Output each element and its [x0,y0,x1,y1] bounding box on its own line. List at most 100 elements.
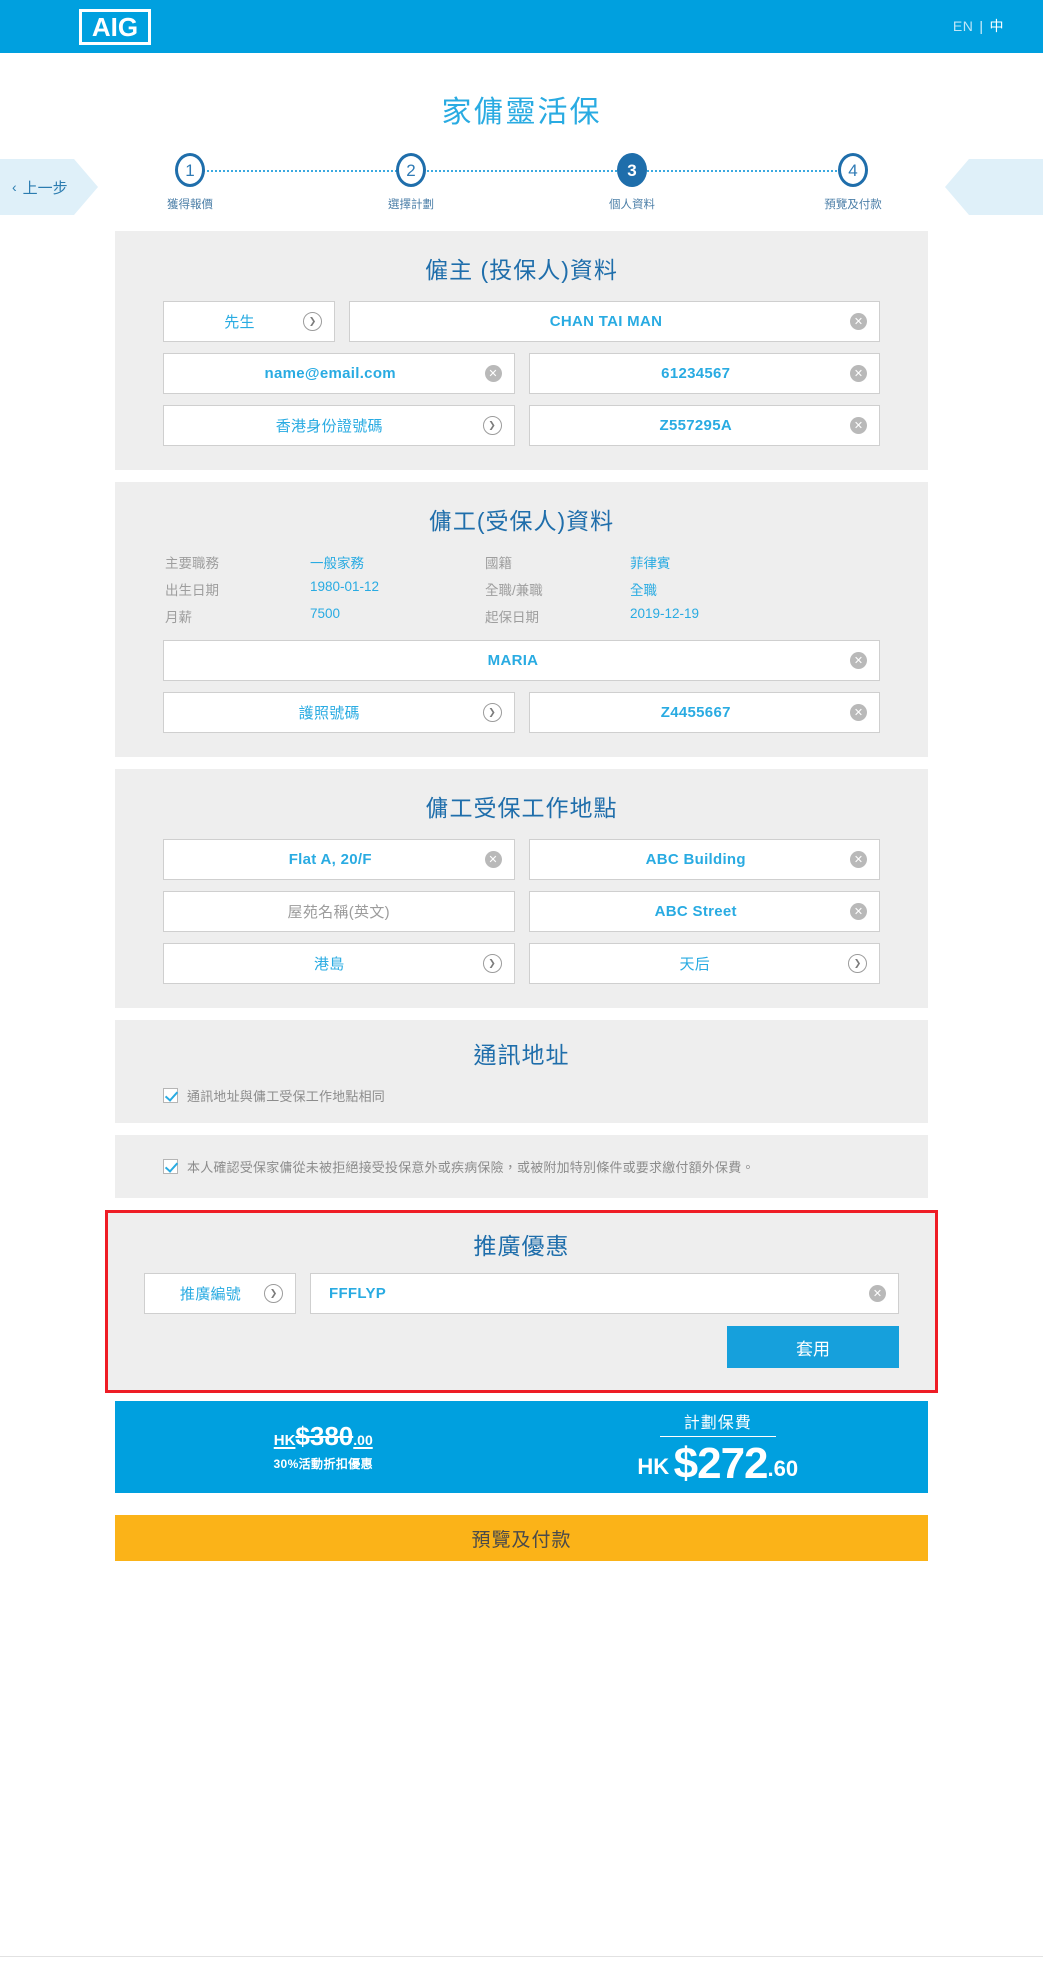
clear-icon[interactable]: ✕ [850,313,867,330]
promo-code-value: FFFLYP [329,1285,387,1302]
premium-currency: HK [637,1453,670,1479]
step-number-3: 3 [617,153,647,187]
clear-icon[interactable]: ✕ [850,365,867,382]
employer-row-3: 香港身份證號碼 ❯ Z557295A ✕ [163,405,880,446]
premium-original-price: HK$380.00 [125,1423,522,1449]
step-label-3: 個人資料 [609,199,655,211]
workplace-building-value: ABC Building [645,851,746,868]
employee-doc-type-value: 護照號碼 [298,705,360,722]
step-number-4: 4 [838,153,868,187]
promotion-row: 推廣編號 ❯ FFFLYP ✕ [144,1273,899,1314]
chevron-left-icon: ‹ [12,179,17,195]
consent-section: 本人確認受保家傭從未被拒絕接受投保意外或疾病保險，或被附加特別條件或要求繳付額外… [115,1135,928,1198]
stepper-item-4[interactable]: 4 預覽及付款 [793,153,913,212]
workplace-street-value: ABC Street [654,903,737,920]
premium-original-currency: HK [273,1431,296,1449]
workplace-region-select[interactable]: 港島 ❯ [163,943,515,984]
mailing-same-as-work-row[interactable]: 通訊地址與傭工受保工作地點相同 [163,1086,880,1105]
checkbox-checked-icon[interactable] [163,1088,178,1103]
salutation-value: 先生 [224,314,255,331]
clear-icon[interactable]: ✕ [850,652,867,669]
employee-doc-number-input[interactable]: Z4455667 ✕ [528,692,880,733]
clear-icon[interactable]: ✕ [869,1285,886,1302]
employee-info-value: 7500 [310,606,341,621]
workplace-district-value: 天后 [679,956,711,973]
clear-icon[interactable]: ✕ [484,851,502,868]
clear-icon[interactable]: ✕ [850,417,867,434]
employer-section: 僱主 (投保人)資料 先生 ❯ CHAN TAI MAN ✕ name@emai… [115,231,928,470]
stepper-item-2[interactable]: 2 選擇計劃 [351,153,471,212]
clear-icon[interactable]: ✕ [850,903,867,920]
employee-section-title: 傭工(受保人)資料 [428,508,615,534]
language-switcher: EN | 中 [953,16,1004,36]
premium-discount-note: 30%活動折扣優惠 [273,1456,374,1471]
step-label-1: 獲得報價 [167,199,213,211]
premium-amount: $272 [673,1438,769,1488]
stepper-connector-line [186,170,857,172]
employee-name-input[interactable]: MARIA ✕ [163,640,880,681]
back-button[interactable]: ‹ 上一步 [0,159,98,215]
step-label-4: 預覽及付款 [824,199,882,211]
employer-email-value: name@email.com [264,365,396,382]
promo-code-input[interactable]: FFFLYP ✕ [310,1273,899,1314]
lang-option-zh[interactable]: 中 [990,16,1005,36]
promo-apply-row: 套用 [144,1326,899,1368]
employer-id-type-select[interactable]: 香港身份證號碼 ❯ [163,405,515,446]
salutation-select[interactable]: 先生 ❯ [163,301,335,342]
promo-code-type-value: 推廣編號 [179,1286,242,1303]
consent-row[interactable]: 本人確認受保家傭從未被拒絕接受投保意外或疾病保險，或被附加特別條件或要求繳付額外… [163,1157,880,1176]
workplace-estate-placeholder: 屋苑名稱(英文) [287,904,390,921]
preview-and-pay-button[interactable]: 預覽及付款 [115,1515,928,1561]
employee-info-key: 月薪 [165,610,192,625]
premium-original-block: HK$380.00 30%活動折扣優惠 [115,1423,522,1472]
workplace-estate-input[interactable]: 屋苑名稱(英文) [163,891,515,932]
aig-logo: AIG [79,9,151,45]
employer-id-number-input[interactable]: Z557295A ✕ [528,405,880,446]
premium-original-amount: $380 [295,1420,354,1451]
lang-separator: | [979,18,984,34]
workplace-row-3: 港島 ❯ 天后 ❯ [163,943,880,984]
workplace-building-input[interactable]: ABC Building ✕ [528,839,880,880]
employer-name-input[interactable]: CHAN TAI MAN ✕ [349,301,880,342]
top-header-bar: AIG EN | 中 [0,0,1043,53]
clear-icon[interactable]: ✕ [850,851,867,868]
workplace-street-input[interactable]: ABC Street ✕ [528,891,880,932]
employer-email-input[interactable]: name@email.com ✕ [163,353,515,394]
workplace-section: 傭工受保工作地點 Flat A, 20/F ✕ ABC Building ✕ 屋… [115,769,928,1008]
stepper-item-1[interactable]: 1 獲得報價 [130,153,250,212]
progress-stepper: ‹ 上一步 1 獲得報價 2 選擇計劃 3 個人資料 4 預覽及付款 [0,153,1043,231]
mailing-same-as-work-label: 通訊地址與傭工受保工作地點相同 [187,1089,386,1104]
clear-icon[interactable]: ✕ [850,704,867,721]
stepper-right-arrow-decoration [945,159,1043,215]
employee-info-key: 主要職務 [165,556,219,571]
lang-option-en[interactable]: EN [953,18,973,34]
workplace-flat-input[interactable]: Flat A, 20/F ✕ [163,839,515,880]
employee-doc-type-select[interactable]: 護照號碼 ❯ [163,692,515,733]
employee-info-value: 一般家務 [310,556,364,571]
employee-doc-row: 護照號碼 ❯ Z4455667 ✕ [163,692,880,733]
chevron-down-icon: ❯ [303,312,322,331]
employee-section: 傭工(受保人)資料 主要職務 一般家務 國籍 菲律賓 出生日期 1980-01-… [115,482,928,757]
premium-original-cents: .00 [353,1431,373,1448]
apply-promo-button[interactable]: 套用 [727,1326,899,1368]
employer-row-2: name@email.com ✕ 61234567 ✕ [163,353,880,394]
mailing-address-title: 通訊地址 [473,1042,570,1068]
chevron-down-icon: ❯ [264,1284,283,1303]
mailing-address-section: 通訊地址 通訊地址與傭工受保工作地點相同 [115,1020,928,1123]
workplace-flat-value: Flat A, 20/F [288,851,372,868]
workplace-district-select[interactable]: 天后 ❯ [528,943,880,984]
promo-code-type-select[interactable]: 推廣編號 ❯ [144,1273,296,1314]
premium-final-block: 計劃保費 HK $272.60 [522,1409,929,1486]
chevron-down-icon: ❯ [482,703,502,722]
employee-info-value: 2019-12-19 [630,606,700,621]
footer-divider [0,1956,1043,1970]
employee-info-value: 1980-01-12 [310,579,380,594]
employee-name-row: MARIA ✕ [163,640,880,681]
checkbox-checked-icon[interactable] [163,1159,178,1174]
employee-name-value: MARIA [487,652,539,669]
workplace-row-2: 屋苑名稱(英文) ABC Street ✕ [163,891,880,932]
back-button-label: 上一步 [22,179,68,197]
stepper-item-3[interactable]: 3 個人資料 [572,153,692,212]
clear-icon[interactable]: ✕ [484,365,502,382]
employer-phone-input[interactable]: 61234567 ✕ [528,353,880,394]
